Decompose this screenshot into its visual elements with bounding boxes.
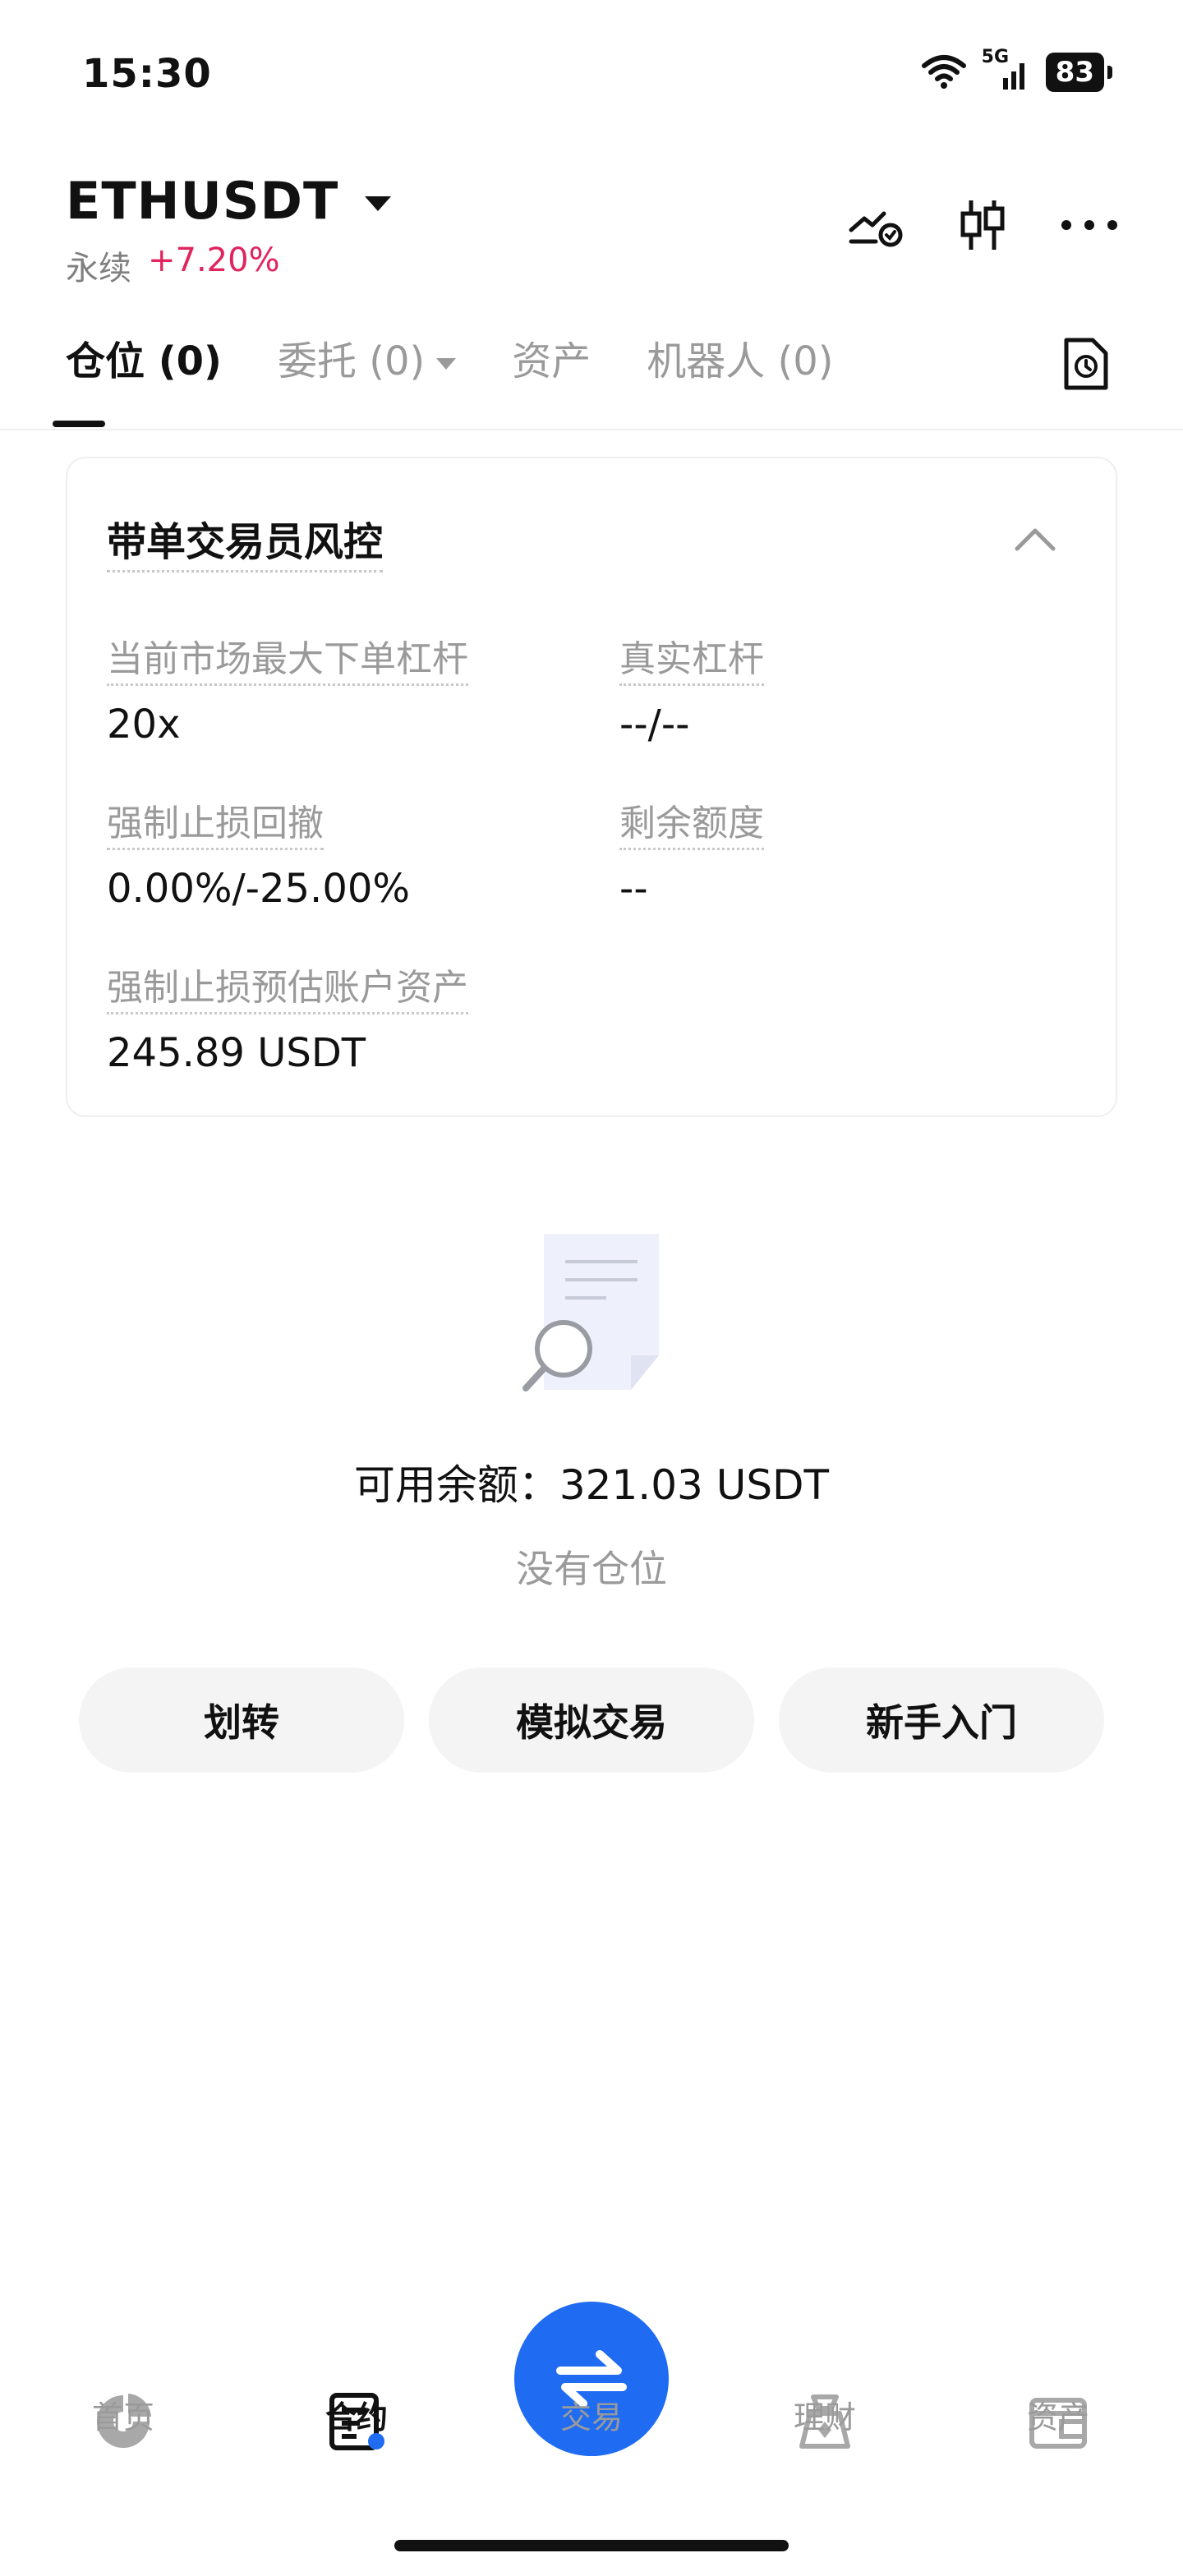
wifi-icon — [921, 55, 966, 89]
pair-subtitle: 永续 +7.20% — [66, 242, 280, 289]
pair-name: ETHUSDT — [66, 171, 339, 231]
nav-trade[interactable]: 交易 — [509, 2392, 674, 2437]
real-leverage-value: --/-- — [619, 702, 690, 748]
chevron-up-icon[interactable] — [1012, 522, 1058, 555]
pair-selector[interactable]: ETHUSDT — [66, 171, 392, 231]
tab-orders-label: 委托 (0) — [278, 338, 426, 384]
risk-card-title[interactable]: 带单交易员风控 — [107, 509, 384, 573]
contract-type: 永续 — [66, 250, 131, 288]
tabs-divider — [0, 429, 1183, 430]
bottom-nav: 首页 合约 交易 理财 资产 — [0, 2284, 1183, 2530]
forced-stop-drawdown-value: 0.00%/-25.00% — [107, 866, 410, 912]
position-tabs: 仓位 (0) 委托 (0) 资产 机器人 (0) — [66, 329, 834, 386]
max-leverage-value: 20x — [107, 702, 181, 748]
caret-down-icon — [365, 196, 392, 211]
candlestick-icon[interactable] — [953, 196, 1012, 255]
caret-down-icon — [436, 358, 457, 370]
real-leverage-label[interactable]: 真实杠杆 — [619, 629, 764, 686]
status-icons: 5G 83 — [921, 47, 1113, 94]
beginner-guide-button[interactable]: 新手入门 — [779, 1668, 1104, 1773]
header-actions — [846, 196, 1119, 255]
home-indicator[interactable] — [394, 2540, 789, 2551]
demo-trading-button[interactable]: 模拟交易 — [429, 1668, 754, 1773]
nav-assets[interactable]: 资产 — [976, 2392, 1140, 2437]
cellular-signal-icon: 5G — [982, 47, 1031, 93]
tab-bots-label: 机器人 (0) — [647, 338, 834, 384]
max-leverage-label[interactable]: 当前市场最大下单杠杆 — [107, 629, 468, 686]
remaining-quota-label[interactable]: 剩余额度 — [619, 794, 764, 850]
tab-assets-label: 资产 — [512, 338, 592, 384]
nav-finance[interactable]: 理财 — [743, 2392, 907, 2437]
forced-stop-assets-label[interactable]: 强制止损预估账户资产 — [107, 958, 468, 1014]
status-time: 15:30 — [82, 51, 212, 97]
status-bar: 15:30 5G 83 — [0, 0, 1183, 148]
active-tab-indicator — [53, 421, 105, 427]
forced-stop-assets-value: 245.89 USDT — [107, 1030, 366, 1076]
more-icon[interactable] — [1060, 196, 1119, 255]
empty-document-search-icon — [522, 1234, 659, 1392]
empty-message: 没有仓位 — [516, 1547, 667, 1591]
tab-positions-label: 仓位 (0) — [66, 338, 222, 384]
nav-contract[interactable]: 合约 — [274, 2392, 439, 2437]
nav-home[interactable]: 首页 — [41, 2392, 205, 2437]
available-balance: 可用余额：321.03 USDT — [353, 1461, 830, 1509]
price-change: +7.20% — [148, 242, 280, 279]
transfer-button[interactable]: 划转 — [79, 1668, 404, 1773]
tab-orders[interactable]: 委托 (0) — [278, 329, 457, 386]
tab-assets[interactable]: 资产 — [512, 329, 591, 386]
order-history-icon[interactable] — [1061, 335, 1111, 393]
battery-icon: 83 — [1045, 53, 1113, 92]
tab-bots[interactable]: 机器人 (0) — [647, 329, 833, 386]
forced-stop-drawdown-label[interactable]: 强制止损回撤 — [107, 794, 324, 850]
strategy-chart-icon[interactable] — [846, 196, 905, 255]
remaining-quota-value: -- — [619, 866, 648, 912]
tab-positions[interactable]: 仓位 (0) — [66, 329, 222, 386]
risk-control-card: 带单交易员风控 当前市场最大下单杠杆 20x 真实杠杆 --/-- 强制止损回撤… — [66, 457, 1117, 1117]
